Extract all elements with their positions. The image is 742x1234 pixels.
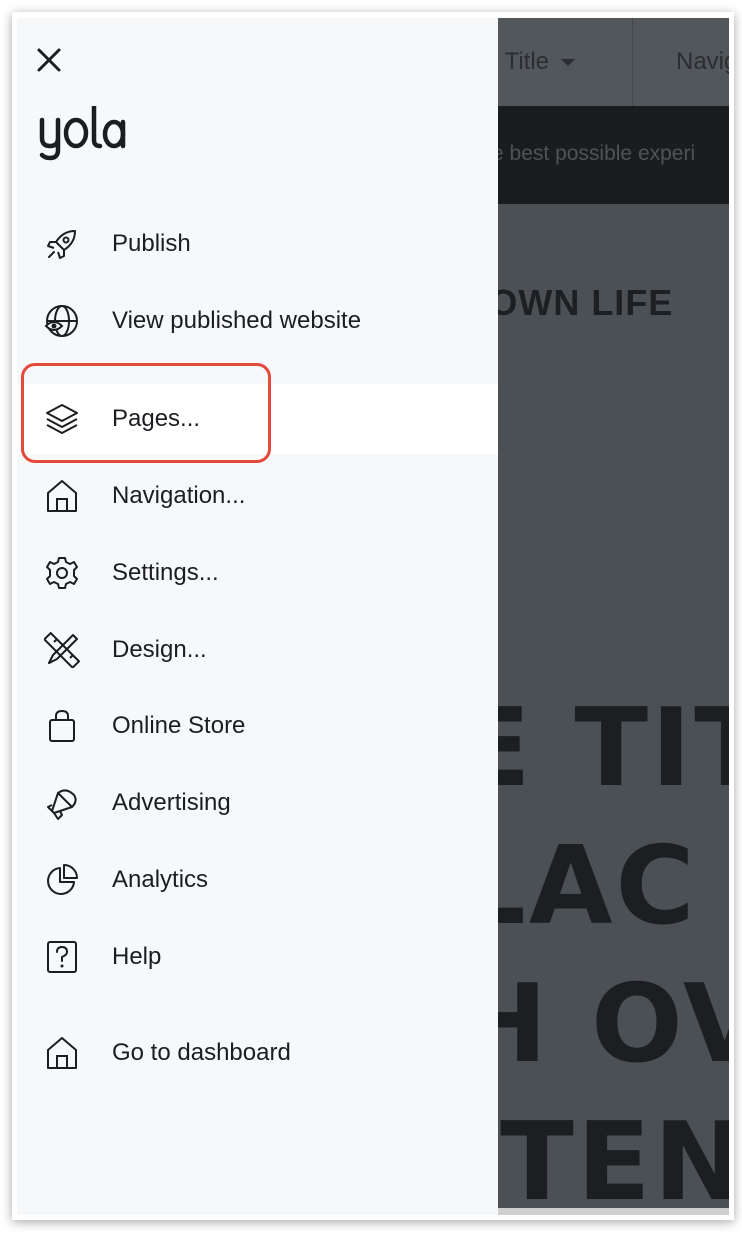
rocket-icon (43, 225, 81, 263)
close-button[interactable] (35, 46, 63, 74)
yola-logo (39, 106, 131, 164)
menu-item-pages[interactable]: Pages... (17, 384, 498, 454)
home-icon (43, 477, 81, 515)
menu-item-navigation[interactable]: Navigation... (17, 461, 498, 531)
navigation-tab-label: Navig (676, 48, 729, 75)
close-icon (37, 48, 61, 72)
menu-item-online-store[interactable]: Online Store (17, 691, 498, 761)
menu-item-publish[interactable]: Publish (17, 209, 498, 279)
menu-item-label: Online Store (112, 712, 246, 739)
layers-icon (43, 400, 81, 438)
menu-item-label: Settings... (112, 559, 219, 586)
menu-item-label: Pages... (112, 405, 201, 432)
globe-eye-icon (43, 302, 81, 340)
yola-logo-mark (39, 106, 126, 161)
menu-item-label: Publish (112, 230, 191, 257)
menu-item-advertising[interactable]: Advertising (17, 768, 498, 838)
question-icon (43, 938, 81, 976)
screenshot-frame: e Title Navig e the best possible experi… (12, 12, 734, 1220)
menu-item-view-published[interactable]: View published website (17, 286, 498, 356)
pie-chart-icon (43, 861, 81, 899)
home-icon (43, 1034, 81, 1072)
gear-icon (43, 554, 81, 592)
menu-item-go-to-dashboard[interactable]: Go to dashboard (17, 1018, 498, 1088)
menu-item-analytics[interactable]: Analytics (17, 845, 498, 915)
megaphone-icon (43, 784, 81, 822)
navigation-tab[interactable]: Navig (634, 18, 729, 106)
side-menu-drawer: Publish View published website Pages... … (17, 18, 498, 1215)
menu-item-label: Help (112, 943, 162, 970)
shopping-bag-icon (43, 707, 81, 745)
app-screen: e Title Navig e the best possible experi… (17, 18, 729, 1215)
menu-item-label: Analytics (112, 866, 209, 893)
menu-item-design[interactable]: Design... (17, 615, 498, 685)
menu-item-label: Go to dashboard (112, 1039, 291, 1066)
menu-item-label: View published website (112, 307, 362, 334)
chevron-down-icon (561, 58, 576, 66)
menu-item-settings[interactable]: Settings... (17, 538, 498, 608)
menu-item-label: Navigation... (112, 482, 246, 509)
menu-item-label: Advertising (112, 789, 231, 816)
menu-item-label: Design... (112, 636, 207, 663)
menu-item-help[interactable]: Help (17, 922, 498, 992)
pencil-ruler-icon (43, 631, 81, 669)
